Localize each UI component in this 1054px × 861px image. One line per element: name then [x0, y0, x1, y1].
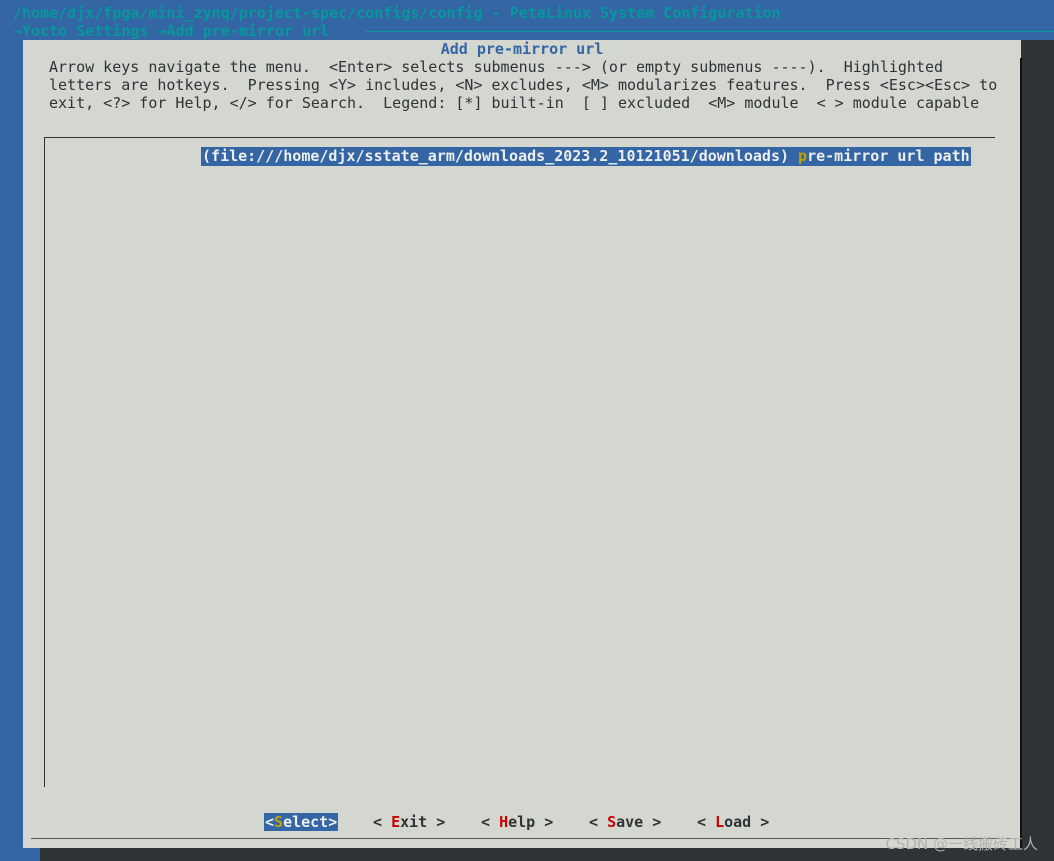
btn-bracket: >	[643, 813, 662, 831]
btn-bracket: >	[427, 813, 446, 831]
btn-hotkey: S	[274, 813, 284, 831]
btn-bracket: <	[481, 813, 500, 831]
dialog-bottom-divider	[31, 838, 1013, 839]
btn-label: oad	[724, 813, 752, 831]
help-line: letters are hotkeys. Pressing <Y> includ…	[49, 76, 998, 94]
btn-hotkey: S	[607, 813, 617, 831]
button-bar: <Select> < Exit > < Help > < Save > < Lo…	[23, 813, 1021, 833]
btn-bracket: <	[697, 813, 716, 831]
config-path-title: /home/djx/fpga/mini_zynq/project-spec/co…	[13, 4, 781, 22]
dialog-right-border	[1020, 58, 1022, 848]
help-line: exit, <?> for Help, </> for Search. Lege…	[49, 94, 980, 112]
btn-hotkey: H	[499, 813, 509, 831]
dialog-shadow	[1021, 58, 1040, 861]
btn-bracket: <	[373, 813, 392, 831]
btn-label: ave	[616, 813, 644, 831]
item-hotkey: p	[798, 147, 808, 165]
btn-bracket: <	[265, 813, 275, 831]
item-label: re-mirror url path	[807, 147, 970, 165]
menu-item-pre-mirror-url-path[interactable]: (file:///home/djx/sstate_arm/downloads_2…	[201, 147, 971, 166]
btn-bracket: <	[589, 813, 608, 831]
breadcrumb-rule	[365, 31, 1054, 32]
load-button[interactable]: < Load >	[697, 813, 769, 831]
btn-bracket: >	[535, 813, 554, 831]
select-button[interactable]: <Select>	[264, 813, 339, 831]
dialog-title: Add pre-mirror url	[440, 40, 604, 58]
breadcrumb: →Yocto Settings →Add pre-mirror url	[13, 22, 330, 40]
btn-label: xit	[400, 813, 428, 831]
btn-bracket: >	[328, 813, 338, 831]
item-value-first-char: f	[211, 147, 221, 165]
help-line: Arrow keys navigate the menu. <Enter> se…	[49, 58, 944, 76]
btn-label: elect	[283, 813, 329, 831]
watermark: CSDN @一线搬砖工人	[885, 835, 1038, 853]
help-button[interactable]: < Help >	[481, 813, 553, 831]
btn-hotkey: E	[391, 813, 401, 831]
save-button[interactable]: < Save >	[589, 813, 661, 831]
btn-label: elp	[508, 813, 536, 831]
item-close-paren: )	[779, 147, 799, 165]
menu-list-box	[44, 137, 995, 787]
exit-button[interactable]: < Exit >	[373, 813, 445, 831]
help-text: Arrow keys navigate the menu. <Enter> se…	[49, 58, 997, 112]
btn-hotkey: L	[715, 813, 725, 831]
btn-bracket: >	[751, 813, 770, 831]
menuconfig-dialog: Add pre-mirror url Arrow keys navigate t…	[23, 40, 1021, 848]
item-open-paren: (	[202, 147, 212, 165]
item-value: ile:///home/djx/sstate_arm/downloads_202…	[220, 147, 780, 165]
